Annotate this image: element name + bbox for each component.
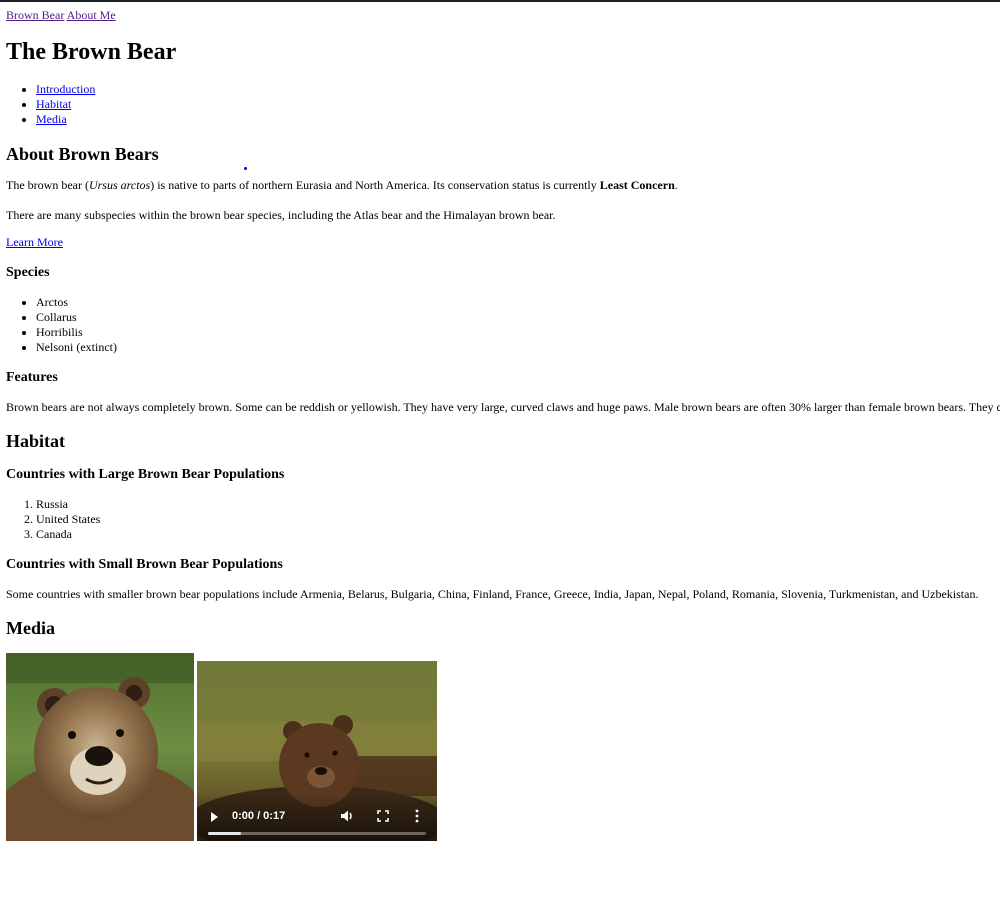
play-icon[interactable] bbox=[211, 812, 218, 822]
list-item: United States bbox=[36, 512, 100, 527]
list-item: Nelsoni (extinct) bbox=[36, 340, 117, 355]
anchor-marker bbox=[244, 167, 247, 170]
about-paragraph-2: There are many subspecies within the bro… bbox=[6, 208, 556, 222]
learn-more-link[interactable]: Learn More bbox=[6, 235, 63, 250]
page-title: The Brown Bear bbox=[6, 39, 177, 65]
about-text: The brown bear ( bbox=[6, 178, 89, 192]
list-item: Arctos bbox=[36, 295, 117, 310]
large-populations-list: Russia United States Canada bbox=[6, 497, 100, 542]
top-nav: Brown Bear About Me bbox=[6, 8, 116, 23]
fullscreen-icon[interactable] bbox=[377, 810, 389, 822]
nav-link-about-me[interactable]: About Me bbox=[67, 8, 116, 22]
toc-link-media[interactable]: Media bbox=[36, 112, 67, 126]
video-progress-bar[interactable] bbox=[208, 832, 426, 835]
features-heading: Features bbox=[6, 370, 58, 385]
toc-item: Introduction bbox=[36, 82, 95, 97]
about-text: . bbox=[674, 178, 678, 192]
species-list: Arctos Collarus Horribilis Nelsoni (exti… bbox=[6, 295, 117, 355]
more-options-icon[interactable] bbox=[415, 809, 419, 823]
species-heading: Species bbox=[6, 265, 50, 280]
toc-link-introduction[interactable]: Introduction bbox=[36, 82, 95, 96]
about-heading: About Brown Bears bbox=[6, 144, 159, 164]
bear-video-player[interactable]: 0:00 / 0:17 bbox=[197, 661, 437, 841]
small-populations-heading: Countries with Small Brown Bear Populati… bbox=[6, 557, 283, 572]
list-item: Russia bbox=[36, 497, 100, 512]
video-progress-fill bbox=[208, 832, 241, 835]
toc-link-habitat[interactable]: Habitat bbox=[36, 97, 71, 111]
nav-link-brown-bear[interactable]: Brown Bear bbox=[6, 8, 64, 22]
list-item: Canada bbox=[36, 527, 100, 542]
toc-item: Habitat bbox=[36, 97, 95, 112]
volume-icon[interactable] bbox=[340, 809, 354, 823]
media-heading: Media bbox=[6, 618, 55, 638]
table-of-contents: Introduction Habitat Media bbox=[6, 82, 95, 127]
large-populations-heading: Countries with Large Brown Bear Populati… bbox=[6, 467, 285, 482]
list-item: Horribilis bbox=[36, 325, 117, 340]
conservation-status: Least Concern bbox=[599, 178, 675, 192]
species-name: Ursus arctos bbox=[88, 178, 151, 192]
features-text: Brown bears are not always completely br… bbox=[6, 400, 1000, 414]
about-paragraph-1: The brown bear (Ursus arctos) is native … bbox=[6, 178, 678, 193]
about-text: ) is native to parts of northern Eurasia… bbox=[150, 178, 600, 192]
brown-bear-image bbox=[6, 653, 194, 841]
toc-item: Media bbox=[36, 112, 95, 127]
small-populations-text: Some countries with smaller brown bear p… bbox=[6, 587, 979, 601]
window-top-border bbox=[0, 0, 1000, 2]
list-item: Collarus bbox=[36, 310, 117, 325]
brown-bear-photo-icon bbox=[6, 653, 194, 841]
video-time: 0:00 / 0:17 bbox=[232, 810, 286, 822]
video-controls: 0:00 / 0:17 bbox=[197, 793, 437, 841]
habitat-heading: Habitat bbox=[6, 431, 66, 451]
